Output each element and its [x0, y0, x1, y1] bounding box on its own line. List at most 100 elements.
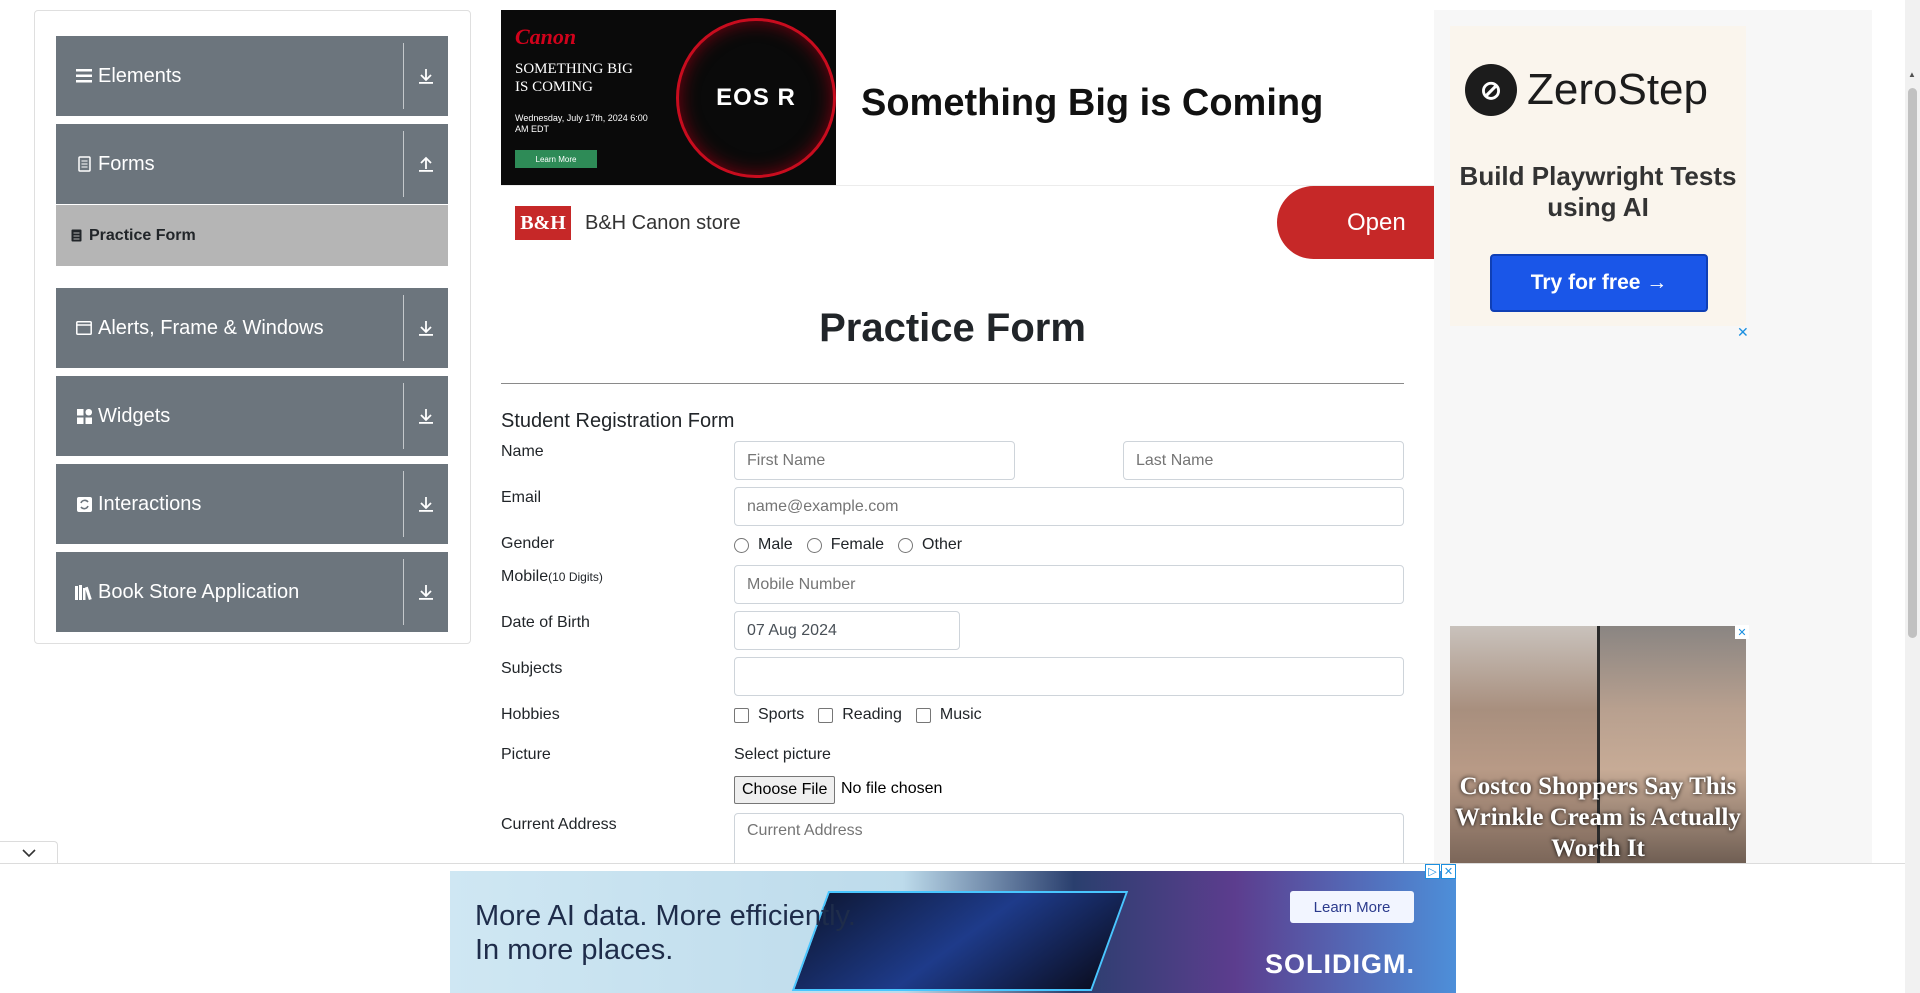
gender-option-male[interactable]: Male — [734, 536, 793, 554]
choose-file-button[interactable]: Choose File — [734, 776, 836, 804]
radio-button[interactable] — [734, 537, 749, 553]
checkbox-label[interactable]: Reading — [842, 706, 902, 724]
page: Elements Forms Practice Form Alerts, Fra… — [0, 0, 1920, 993]
ad-headline[interactable]: Something Big is Coming — [861, 82, 1323, 125]
menu-icon — [74, 69, 94, 83]
hobby-option-sports[interactable]: Sports — [734, 706, 804, 724]
canon-tagline: SOMETHING BIG IS COMING — [515, 61, 633, 95]
title-divider — [501, 383, 1404, 384]
divider — [403, 383, 404, 449]
hobbies-checkbox-group: Sports Reading Music — [734, 706, 996, 724]
page-scrollbar[interactable]: ▲ — [1905, 0, 1920, 993]
costco-ad[interactable]: Costco Shoppers Say This Wrinkle Cream i… — [1450, 626, 1746, 865]
zerostep-logo-icon: ⊘ — [1465, 64, 1517, 116]
learn-more-button[interactable]: Learn More — [1290, 891, 1414, 923]
radio-label[interactable]: Other — [922, 536, 962, 554]
zerostep-ad[interactable]: ⊘ ZeroStep Build Playwright Tests using … — [1450, 26, 1746, 326]
address-label: Current Address — [501, 816, 617, 833]
hobby-option-music[interactable]: Music — [915, 706, 982, 724]
bh-logo: B&H — [515, 206, 571, 240]
date-of-birth-input[interactable]: 07 Aug 2024 — [734, 611, 960, 650]
sidebar-group-book-store[interactable]: Book Store Application — [56, 552, 448, 632]
gender-option-other[interactable]: Other — [898, 536, 962, 554]
close-icon[interactable]: ✕ — [1737, 324, 1749, 341]
radio-button[interactable] — [806, 537, 822, 553]
sidebar-group-label: Widgets — [98, 404, 171, 427]
dob-label: Date of Birth — [501, 614, 590, 631]
sidebar-group-label: Book Store Application — [98, 580, 300, 603]
subjects-label: Subjects — [501, 660, 563, 677]
subjects-input[interactable] — [734, 657, 1404, 696]
window-icon — [74, 321, 94, 335]
mobile-label-text: Mobile — [501, 568, 549, 585]
divider — [403, 559, 404, 625]
sidebar-group-alerts[interactable]: Alerts, Frame & Windows — [56, 288, 448, 368]
last-name-input[interactable]: Last Name — [1123, 441, 1404, 480]
email-label: Email — [501, 489, 542, 506]
close-icon[interactable]: ✕ — [1735, 625, 1749, 639]
picture-label: Picture — [501, 746, 551, 763]
canon-date: Wednesday, July 17th, 2024 6:00 AM EDT — [515, 113, 648, 134]
sidebar-group-label: Alerts, Frame & Windows — [98, 316, 324, 339]
ad-text: More AI data. More efficiently. In more … — [475, 899, 856, 967]
try-for-free-button[interactable]: Try for free → — [1490, 254, 1708, 312]
divider — [403, 131, 404, 197]
gender-label: Gender — [501, 535, 555, 552]
hobby-option-reading[interactable]: Reading — [818, 706, 902, 724]
canon-logo: Canon — [515, 24, 577, 49]
checkbox-label[interactable]: Music — [940, 706, 982, 724]
sidebar-group-label: Elements — [98, 64, 182, 87]
sidebar: Elements Forms Practice Form Alerts, Fra… — [34, 10, 471, 644]
radio-label[interactable]: Female — [831, 536, 884, 554]
canon-ad-image[interactable]: Canon SOMETHING BIG IS COMING Wednesday,… — [501, 10, 836, 185]
chevron-down-icon — [21, 849, 36, 858]
gender-option-female[interactable]: Female — [806, 536, 884, 554]
collapse-ad-toggle[interactable] — [0, 841, 58, 864]
store-name[interactable]: B&H Canon store — [585, 212, 741, 235]
close-icon[interactable]: ✕ — [1441, 864, 1456, 879]
radio-button[interactable] — [898, 537, 914, 553]
sidebar-group-widgets[interactable]: Widgets — [56, 376, 448, 456]
download-arrow-icon[interactable] — [414, 464, 438, 544]
solidigm-ad[interactable]: More AI data. More efficiently. In more … — [450, 871, 1456, 993]
form-icon — [71, 229, 85, 242]
sidebar-group-elements[interactable]: Elements — [56, 36, 448, 116]
download-arrow-icon[interactable] — [414, 552, 438, 632]
costco-headline: Costco Shoppers Say This Wrinkle Cream i… — [1455, 773, 1741, 862]
ad-choices-icon[interactable]: ▷ — [1425, 864, 1440, 879]
radio-label[interactable]: Male — [758, 536, 793, 554]
divider — [403, 43, 404, 109]
download-arrow-icon[interactable] — [414, 36, 438, 116]
first-name-input[interactable]: First Name — [734, 441, 1015, 480]
checkbox[interactable] — [915, 707, 931, 723]
select-picture-label: Select picture — [734, 746, 831, 763]
upload-arrow-icon[interactable] — [414, 124, 438, 204]
mobile-input[interactable]: Mobile Number — [734, 565, 1404, 604]
top-banner-ad[interactable]: Canon SOMETHING BIG IS COMING Wednesday,… — [501, 10, 1434, 260]
sidebar-item-practice-form[interactable]: Practice Form — [56, 205, 448, 266]
sidebar-group-interactions[interactable]: Interactions — [56, 464, 448, 544]
gender-radio-group: Male Female Other — [734, 536, 976, 554]
checkbox[interactable] — [818, 707, 834, 723]
bottom-ad-bar: More AI data. More efficiently. In more … — [0, 863, 1920, 993]
open-button[interactable]: Open — [1277, 186, 1434, 259]
scrollbar-thumb[interactable] — [1908, 88, 1917, 638]
download-arrow-icon[interactable] — [414, 376, 438, 456]
mobile-hint: (10 Digits) — [548, 570, 603, 584]
file-status: No file chosen — [841, 780, 943, 797]
canon-learn-more-button[interactable]: Learn More — [515, 150, 597, 168]
download-arrow-icon[interactable] — [414, 288, 438, 368]
mobile-label: Mobile(10 Digits) — [501, 568, 603, 586]
scroll-up-icon[interactable]: ▲ — [1908, 70, 1916, 79]
zerostep-tagline: Build Playwright Tests using AI — [1459, 161, 1737, 222]
books-icon — [74, 584, 94, 600]
ad-store-row: B&H B&H Canon store Open — [501, 185, 1434, 260]
email-input[interactable]: name@example.com — [734, 487, 1404, 526]
checkbox-label[interactable]: Sports — [758, 706, 804, 724]
checkbox[interactable] — [734, 707, 749, 723]
divider — [403, 295, 404, 361]
page-title: Practice Form — [819, 306, 1086, 350]
sidebar-group-forms[interactable]: Forms — [56, 124, 448, 204]
divider — [403, 471, 404, 537]
product-name: EOS R — [716, 84, 796, 111]
